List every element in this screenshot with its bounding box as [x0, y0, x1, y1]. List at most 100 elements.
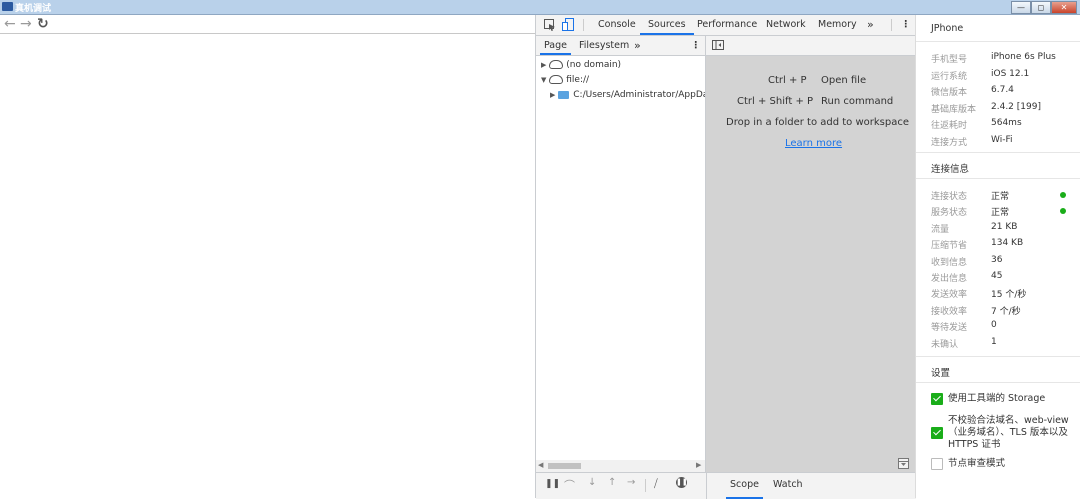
- learn-more-link[interactable]: Learn more: [785, 138, 842, 149]
- tab-watch[interactable]: Watch: [773, 473, 803, 497]
- more-tabs-button[interactable]: »: [867, 15, 874, 35]
- shortcut-keys: Ctrl + Shift + P: [737, 96, 814, 107]
- connection-label: 发送效率: [931, 290, 968, 301]
- status-ok-icon: [1060, 192, 1066, 198]
- connection-label: 服务状态: [931, 208, 968, 219]
- divider: [916, 356, 1080, 357]
- info-label: 基础库版本: [931, 104, 977, 115]
- toggle-navigator-icon[interactable]: [712, 39, 724, 51]
- divider: [916, 382, 1080, 383]
- cloud-icon: [549, 60, 564, 69]
- minimize-button[interactable]: —: [1011, 1, 1031, 14]
- connection-label: 发出信息: [931, 274, 968, 284]
- step-icon[interactable]: →: [627, 477, 635, 488]
- connection-label: 接收效率: [931, 306, 968, 317]
- tab-sources[interactable]: Sources: [640, 15, 694, 35]
- reload-icon[interactable]: ↻: [37, 16, 49, 32]
- connection-value: 正常: [991, 208, 1010, 219]
- connection-value: 45: [991, 271, 1003, 281]
- tab-filesystem[interactable]: Filesystem: [579, 36, 629, 55]
- editor-placeholder: Ctrl + P Open file Ctrl + Shift + P Run …: [706, 36, 916, 472]
- toggle-debugger-icon[interactable]: [898, 458, 909, 469]
- page-viewport[interactable]: [0, 34, 535, 498]
- tab-network[interactable]: Network: [766, 15, 806, 35]
- window-title-bar: 真机调试 — ◻ ✕: [0, 0, 1080, 15]
- devtools-toolbar: Console Sources Performance Network Memo…: [536, 15, 916, 36]
- app-icon: [2, 2, 13, 11]
- folder-icon: [558, 90, 570, 99]
- navigator-pane: Page Filesystem » ⋮ ▶ (no domain) ▼ file…: [536, 36, 706, 472]
- step-over-icon[interactable]: ⌒: [564, 477, 575, 493]
- node-inspect-checkbox[interactable]: [931, 458, 943, 470]
- more-navigator-tabs[interactable]: »: [634, 36, 641, 55]
- skip-domain-check-label: 不校验合法域名、web-view（业务域名）、TLS 版本以及 HTTPS 证书: [948, 415, 1069, 450]
- inspect-element-icon[interactable]: [544, 19, 556, 31]
- maximize-button[interactable]: ◻: [1031, 1, 1051, 14]
- drop-folder-hint: Drop in a folder to add to workspace: [726, 117, 910, 128]
- connection-value: 15 个/秒: [991, 290, 1027, 301]
- connection-value: 7 个/秒: [991, 306, 1021, 317]
- info-value: iPhone 6s Plus: [991, 52, 1056, 62]
- skip-domain-check-checkbox[interactable]: [931, 427, 943, 439]
- tab-memory[interactable]: Memory: [818, 15, 857, 35]
- storage-setting-label: 使用工具端的 Storage: [948, 393, 1046, 404]
- tab-console[interactable]: Console: [598, 15, 636, 35]
- scrollbar-thumb[interactable]: [548, 463, 581, 469]
- pause-on-exceptions-icon[interactable]: ❚❚: [676, 477, 688, 488]
- tab-performance[interactable]: Performance: [697, 15, 757, 35]
- connection-label: 连接状态: [931, 192, 968, 202]
- editor-toolbar: [706, 36, 916, 56]
- connection-value: 134 KB: [991, 238, 1024, 249]
- window-title: 真机调试: [15, 4, 52, 14]
- settings-title: 设置: [931, 368, 951, 379]
- pause-icon[interactable]: ❚❚: [545, 479, 560, 489]
- node-inspect-label: 节点审查模式: [948, 458, 1006, 469]
- scroll-right-icon[interactable]: ▶: [696, 461, 701, 469]
- browser-nav-bar: ← → ↻: [0, 15, 535, 34]
- tree-item-label: file://: [566, 75, 590, 85]
- arrow-left-icon[interactable]: ←: [4, 16, 16, 32]
- navigator-menu-icon[interactable]: ⋮: [691, 36, 701, 55]
- tab-page[interactable]: Page: [540, 36, 571, 55]
- kebab-menu-icon[interactable]: ⋮: [901, 15, 911, 35]
- shortcut-action: Run command: [821, 96, 894, 107]
- connection-label: 压缩节省: [931, 241, 968, 252]
- close-button[interactable]: ✕: [1051, 1, 1077, 14]
- toolbar-divider: [583, 19, 584, 31]
- step-out-icon[interactable]: ↑: [608, 477, 616, 488]
- connection-value: 21 KB: [991, 221, 1018, 232]
- tree-item-path[interactable]: ▶ C:/Users/Administrator/AppData/: [550, 90, 705, 100]
- shortcut-keys: Ctrl + P: [768, 75, 807, 86]
- connection-label: 收到信息: [931, 257, 968, 268]
- divider: [916, 178, 1080, 179]
- tree-item-no-domain[interactable]: ▶ (no domain): [541, 60, 621, 70]
- connection-value: 1: [991, 336, 997, 347]
- tree-item-label: C:/Users/Administrator/AppData/: [573, 90, 705, 100]
- tree-item-file[interactable]: ▼ file://: [541, 75, 589, 85]
- step-into-icon[interactable]: ↓: [588, 477, 596, 488]
- tree-item-label: (no domain): [566, 60, 622, 70]
- debugger-toolbar: ❚❚ ⌒ ↓ ↑ → ⧸ ❚❚ Scope Watch: [536, 472, 916, 499]
- info-value: iOS 12.1: [991, 68, 1030, 79]
- horizontal-scrollbar[interactable]: ◀ ▶: [536, 460, 705, 472]
- info-label: 连接方式: [931, 138, 968, 148]
- status-ok-icon: [1060, 208, 1066, 215]
- expanded-triangle-icon: ▼: [541, 76, 547, 84]
- tab-scope[interactable]: Scope: [726, 473, 763, 499]
- deactivate-breakpoints-icon[interactable]: ⧸: [654, 477, 658, 491]
- arrow-right-icon[interactable]: →: [20, 16, 32, 32]
- info-value: 6.7.4: [991, 85, 1014, 96]
- scroll-left-icon[interactable]: ◀: [538, 461, 543, 469]
- device-toolbar-icon[interactable]: [562, 18, 574, 32]
- connection-label: 等待发送: [931, 323, 968, 334]
- info-label: 手机型号: [931, 55, 968, 65]
- cloud-icon: [549, 75, 564, 84]
- toolbar-divider: [645, 479, 646, 492]
- collapsed-triangle-icon: ▶: [550, 91, 556, 99]
- device-title: JPhone: [931, 23, 964, 34]
- storage-checkbox[interactable]: [931, 393, 943, 405]
- navigator-tabs: Page Filesystem » ⋮: [536, 36, 705, 56]
- connection-value: 36: [991, 254, 1003, 265]
- divider: [916, 152, 1080, 153]
- collapsed-triangle-icon: ▶: [541, 61, 547, 69]
